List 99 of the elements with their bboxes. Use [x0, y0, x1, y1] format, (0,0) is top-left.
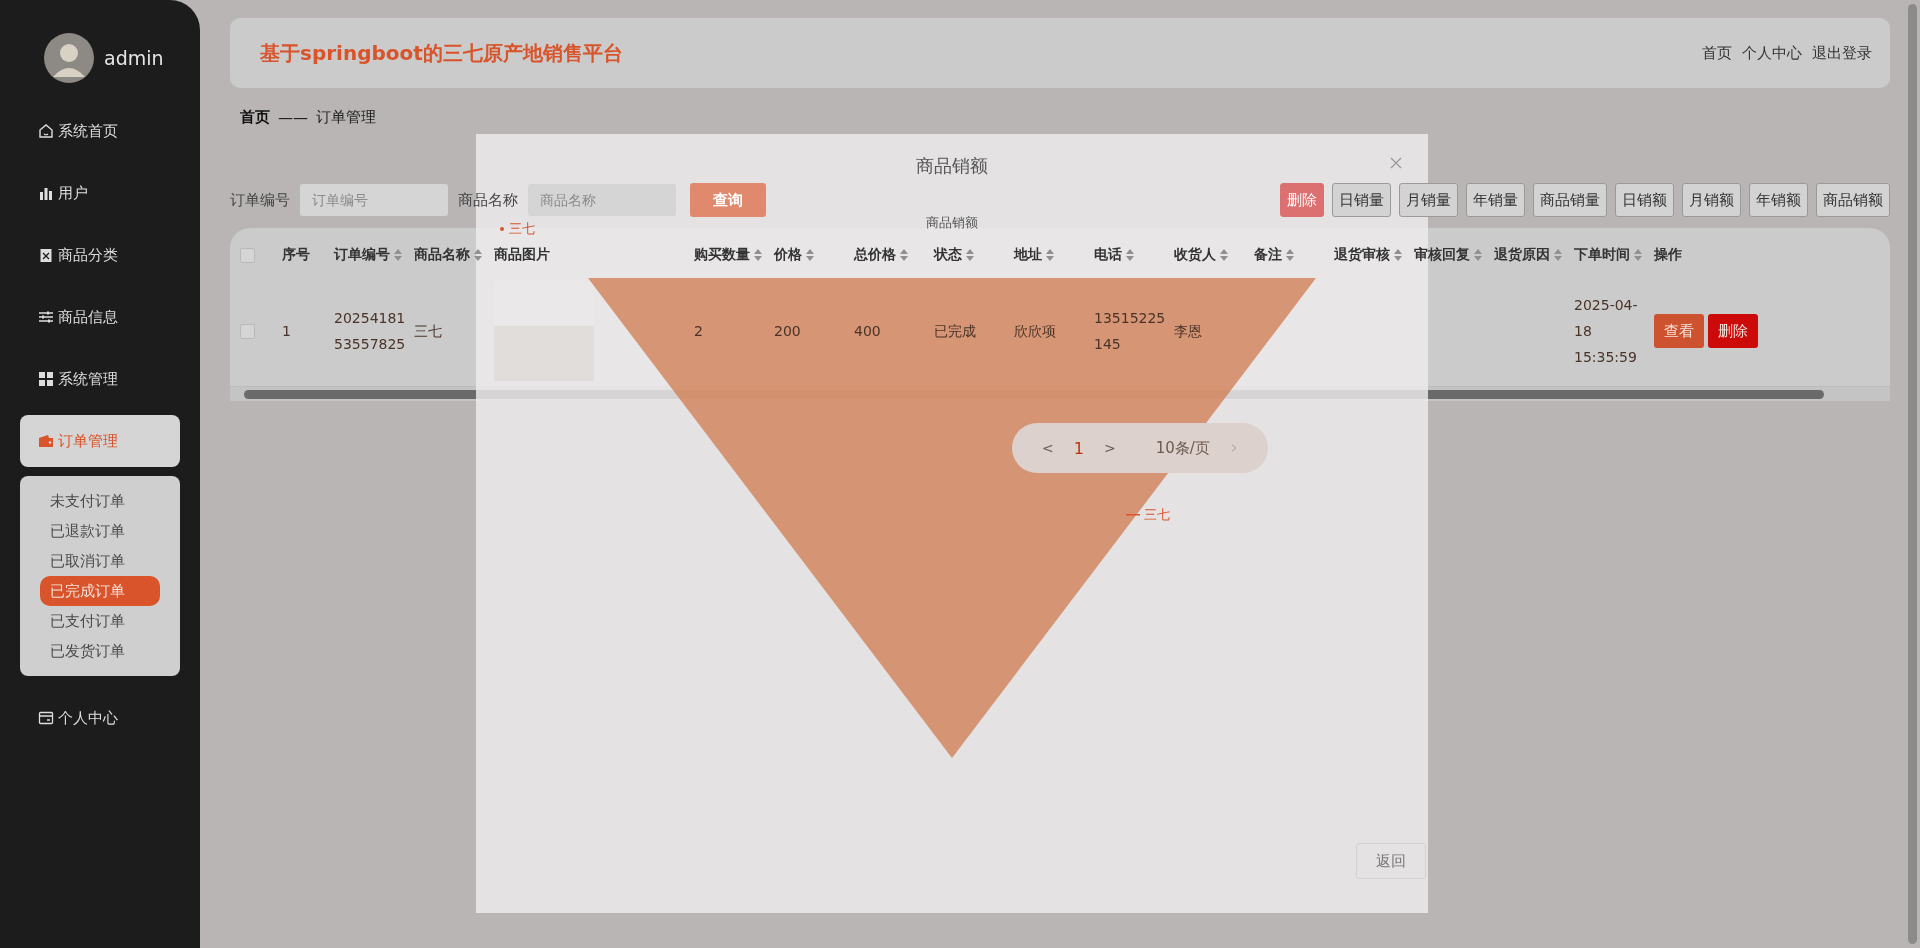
legend-dot-icon	[500, 227, 504, 231]
submenu-item[interactable]: 已退款订单	[40, 516, 160, 546]
user-name: admin	[104, 47, 164, 69]
column-header: 地址	[1014, 246, 1042, 264]
nav-link[interactable]: 退出登录	[1812, 43, 1872, 63]
column-header: 总价格	[854, 246, 896, 264]
column-header: 电话	[1094, 246, 1122, 264]
table-cell-text: 2025418153557825	[334, 309, 406, 354]
column-header: 收货人	[1174, 246, 1216, 264]
toolbar-button[interactable]: 月销量	[1399, 183, 1458, 217]
close-icon[interactable]	[1390, 157, 1402, 169]
table-cell-text: 13515225145	[1094, 309, 1166, 354]
vertical-scrollbar[interactable]	[1908, 4, 1917, 944]
sort-icon[interactable]	[966, 249, 974, 261]
submenu-item[interactable]: 未支付订单	[40, 486, 160, 516]
bar-chart-icon	[38, 185, 54, 201]
sort-icon[interactable]	[1126, 249, 1134, 261]
sidebar-item[interactable]: 个人中心	[20, 692, 180, 744]
back-button[interactable]: 返回	[1356, 843, 1426, 879]
column-header: 订单编号	[334, 246, 390, 264]
toolbar-button[interactable]: 日销量	[1332, 183, 1391, 217]
column-header: 商品名称	[414, 246, 470, 264]
sort-icon[interactable]	[1474, 249, 1482, 261]
table-cell-text: 200	[774, 322, 801, 341]
chart-legend: 三七	[509, 220, 535, 238]
sidebar-item[interactable]: 商品信息	[20, 291, 180, 343]
avatar-icon	[44, 33, 94, 83]
sidebar-item[interactable]: 用户	[20, 167, 180, 219]
column-header: 状态	[934, 246, 962, 264]
column-header: 序号	[282, 246, 310, 264]
home-icon	[38, 123, 54, 139]
submenu-item[interactable]: 已支付订单	[40, 606, 160, 636]
breadcrumb-link[interactable]: 首页	[240, 108, 270, 127]
table-cell-text: 李恩	[1174, 322, 1202, 341]
sort-icon[interactable]	[1220, 249, 1228, 261]
sort-icon[interactable]	[1046, 249, 1054, 261]
sort-icon[interactable]	[1286, 249, 1294, 261]
chevron-icon	[1229, 444, 1238, 452]
column-header: 退货原因	[1494, 246, 1550, 264]
column-header: 退货审核	[1334, 246, 1390, 264]
sort-icon[interactable]	[1554, 249, 1562, 261]
leader-line	[1126, 514, 1140, 516]
column-header: 审核回复	[1414, 246, 1470, 264]
toolbar-button[interactable]: 年销量	[1466, 183, 1525, 217]
sidebar-item[interactable]: 商品分类	[20, 229, 180, 281]
table-cell-text: 已完成	[934, 322, 976, 341]
table-cell-text: 三七	[414, 322, 442, 341]
table-cell-text: 400	[854, 322, 881, 341]
sort-icon[interactable]	[394, 249, 402, 261]
submenu-item[interactable]: 已发货订单	[40, 636, 160, 666]
sort-icon[interactable]	[754, 249, 762, 261]
clipboard-icon	[38, 247, 54, 263]
wallet-icon	[38, 433, 54, 449]
table-cell-text: 2	[694, 322, 703, 341]
sort-icon[interactable]	[474, 249, 482, 261]
id-card-icon	[38, 710, 54, 726]
toolbar-button[interactable]: 月销额	[1682, 183, 1741, 217]
sidebar-item[interactable]: 系统首页	[20, 105, 180, 157]
chart-title: 商品销额	[926, 214, 978, 232]
modal-title: 商品销额	[916, 154, 988, 178]
nav-link[interactable]: 首页	[1702, 43, 1732, 63]
toolbar-button[interactable]: 日销额	[1615, 183, 1674, 217]
column-header: 操作	[1654, 246, 1682, 264]
search-field[interactable]: 商品名称	[528, 184, 676, 216]
sort-icon[interactable]	[1634, 249, 1642, 261]
prev-page-button[interactable]: <	[1042, 440, 1054, 456]
sort-icon[interactable]	[806, 249, 814, 261]
column-header: 备注	[1254, 246, 1282, 264]
column-header: 价格	[774, 246, 802, 264]
column-header: 下单时间	[1574, 246, 1630, 264]
grid-icon	[38, 371, 54, 387]
table-cell-text: 1	[282, 322, 291, 341]
checkbox[interactable]	[240, 323, 255, 339]
table-cell-text: 2025-04-18 15:35:59	[1574, 296, 1639, 367]
delete-button[interactable]: 删除	[1708, 314, 1758, 348]
column-header: 购买数量	[694, 246, 750, 264]
sidebar-item[interactable]: 系统管理	[20, 353, 180, 405]
next-page-button[interactable]: >	[1104, 440, 1116, 456]
sort-icon[interactable]	[900, 249, 908, 261]
sort-icon[interactable]	[1394, 249, 1402, 261]
field-label: 商品名称	[458, 190, 518, 210]
field-label: 订单编号	[230, 190, 290, 210]
toolbar-button[interactable]: 年销额	[1749, 183, 1808, 217]
page-number[interactable]: 1	[1073, 438, 1084, 458]
breadcrumb-current: 订单管理	[316, 108, 376, 127]
breadcrumb-separator: ——	[278, 108, 308, 127]
nav-link[interactable]: 个人中心	[1742, 43, 1802, 63]
site-title: 基于springboot的三七原产地销售平台	[260, 39, 623, 67]
sliders-icon	[38, 309, 54, 325]
view-button[interactable]: 查看	[1654, 314, 1704, 348]
table-cell-text: 欣欣项	[1014, 322, 1056, 341]
column-header: 商品图片	[494, 246, 550, 264]
submenu-item[interactable]: 已取消订单	[40, 546, 160, 576]
search-field[interactable]: 订单编号	[300, 184, 448, 216]
toolbar-button[interactable]: 商品销量	[1533, 183, 1607, 217]
checkbox[interactable]	[240, 247, 255, 263]
funnel-label: 三七	[1144, 506, 1170, 524]
toolbar-button[interactable]: 商品销额	[1816, 183, 1890, 217]
page-size-select[interactable]: 10条/页	[1155, 438, 1238, 458]
